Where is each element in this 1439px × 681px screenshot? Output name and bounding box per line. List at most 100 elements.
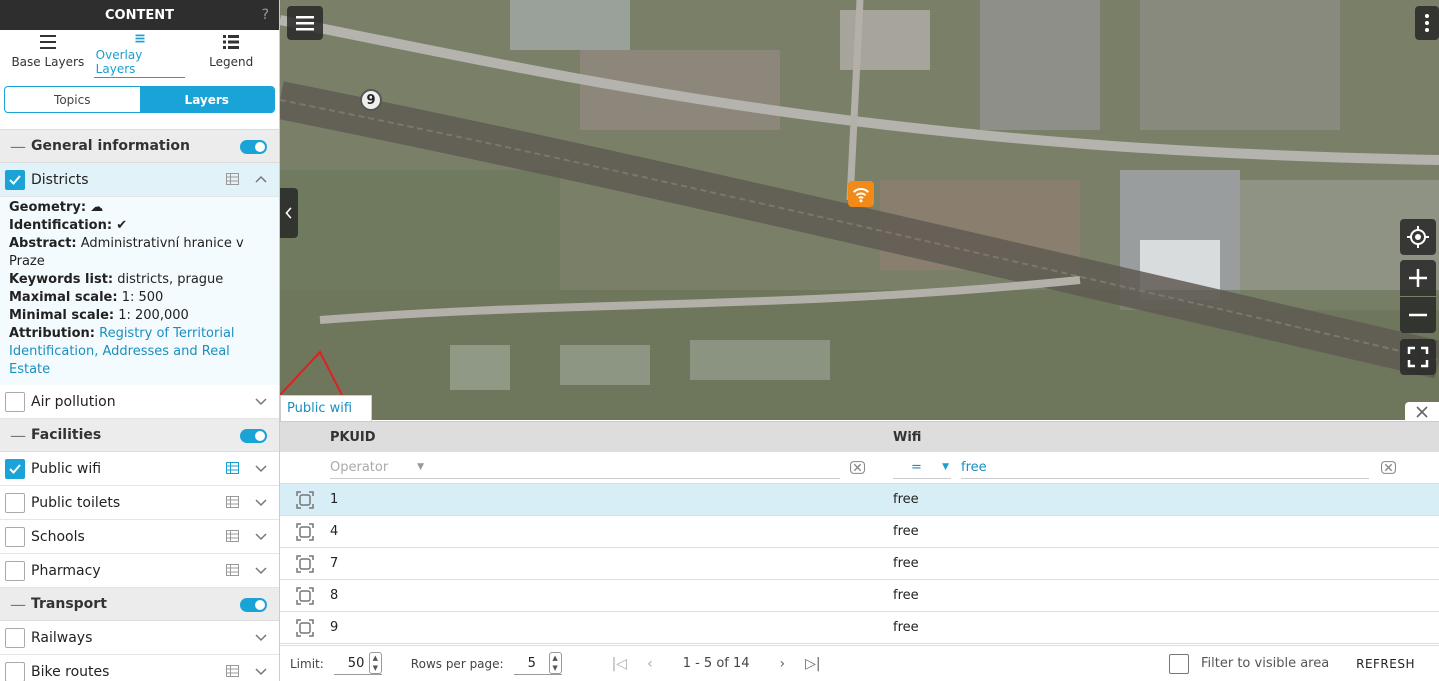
meta-attribution: Attribution: Registry of Territorial Ide… bbox=[9, 326, 235, 377]
segment-layers[interactable]: Layers bbox=[139, 87, 274, 112]
chevron-down-icon[interactable] bbox=[255, 632, 267, 642]
refresh-button[interactable]: REFRESH bbox=[1356, 657, 1415, 671]
zoom-to-feature-icon[interactable] bbox=[280, 618, 330, 637]
group-label: General information bbox=[31, 138, 190, 154]
help-icon[interactable]: ? bbox=[262, 7, 269, 23]
tab-overlay-layers[interactable]: Overlay Layers bbox=[93, 30, 186, 78]
cell-pkuid: 1 bbox=[330, 492, 339, 507]
chevron-down-icon[interactable] bbox=[255, 463, 267, 473]
group-toggle[interactable] bbox=[240, 598, 267, 612]
column-wifi[interactable]: Wifi bbox=[893, 430, 921, 445]
layer-checkbox[interactable] bbox=[5, 526, 25, 547]
segment-topics[interactable]: Topics bbox=[5, 87, 140, 112]
chevron-down-icon[interactable] bbox=[255, 497, 267, 507]
first-page-icon[interactable]: |◁ bbox=[612, 656, 627, 672]
cluster-marker[interactable]: 9 bbox=[360, 89, 382, 111]
zoom-in-button[interactable] bbox=[1400, 260, 1436, 296]
panel-tabs: Base Layers Overlay Layers Legend bbox=[0, 30, 279, 78]
prev-page-icon[interactable]: ‹ bbox=[647, 656, 653, 672]
table-row[interactable]: 9 free bbox=[280, 612, 1439, 644]
layer-districts[interactable]: Districts bbox=[0, 163, 279, 197]
clear-filter-icon[interactable] bbox=[1381, 461, 1396, 474]
layer-checkbox[interactable] bbox=[5, 560, 25, 581]
layer-checkbox[interactable] bbox=[5, 391, 25, 412]
tab-legend[interactable]: Legend bbox=[185, 30, 277, 78]
chevron-down-icon[interactable] bbox=[255, 531, 267, 541]
next-page-icon[interactable]: › bbox=[780, 656, 786, 672]
table-icon[interactable] bbox=[226, 665, 239, 677]
group-toggle[interactable] bbox=[240, 429, 267, 443]
wifi-marker[interactable] bbox=[848, 181, 874, 207]
group-general-information[interactable]: — General information bbox=[0, 130, 279, 163]
close-table-button[interactable] bbox=[1405, 402, 1439, 421]
column-pkuid[interactable]: PKUID bbox=[330, 430, 893, 445]
table-icon[interactable] bbox=[226, 564, 239, 576]
table-icon[interactable] bbox=[226, 496, 239, 508]
attribute-table-tab[interactable]: Public wifi bbox=[280, 395, 372, 421]
filter-visible-area[interactable]: Filter to visible area bbox=[1169, 653, 1329, 674]
zoom-to-feature-icon[interactable] bbox=[280, 522, 330, 541]
group-transport[interactable]: — Transport bbox=[0, 588, 279, 621]
cell-wifi: free bbox=[893, 524, 919, 539]
chevron-down-icon[interactable] bbox=[255, 666, 267, 676]
stepper-arrows-icon[interactable]: ▲ ▼ bbox=[548, 652, 562, 674]
collapse-panel-button[interactable] bbox=[280, 188, 298, 238]
rows-per-page-stepper[interactable]: 5 ▲ ▼ bbox=[513, 652, 562, 675]
pkuid-operator-select[interactable]: Operator ▼ bbox=[330, 457, 428, 479]
layer-checkbox[interactable] bbox=[5, 492, 25, 513]
tab-base-layers[interactable]: Base Layers bbox=[2, 30, 94, 78]
more-options-button[interactable] bbox=[1415, 6, 1439, 40]
last-page-icon[interactable]: ▷| bbox=[805, 656, 820, 672]
group-toggle[interactable] bbox=[240, 140, 267, 154]
zoom-out-button[interactable] bbox=[1400, 297, 1436, 333]
zoom-to-feature-icon[interactable] bbox=[280, 490, 330, 509]
layer-public-wifi[interactable]: Public wifi bbox=[0, 452, 279, 486]
layer-checkbox[interactable] bbox=[5, 661, 25, 681]
map-view[interactable]: 9 bbox=[280, 0, 1439, 420]
table-icon[interactable] bbox=[226, 462, 239, 474]
cell-pkuid: 4 bbox=[330, 524, 339, 539]
layer-checkbox[interactable] bbox=[5, 627, 25, 648]
layer-railways[interactable]: Railways bbox=[0, 621, 279, 655]
check-icon bbox=[9, 174, 21, 185]
layer-bike-routes[interactable]: Bike routes bbox=[0, 655, 279, 681]
chevron-down-icon[interactable] bbox=[255, 565, 267, 575]
zoom-to-feature-icon[interactable] bbox=[280, 586, 330, 605]
locate-button[interactable] bbox=[1400, 219, 1436, 255]
chevron-left-icon bbox=[285, 207, 292, 219]
table-row[interactable]: 7 free bbox=[280, 548, 1439, 580]
menu-button[interactable] bbox=[287, 6, 323, 40]
table-row[interactable]: 1 free bbox=[280, 484, 1439, 516]
clear-filter-icon[interactable] bbox=[850, 461, 865, 474]
chevron-down-icon[interactable] bbox=[255, 396, 267, 406]
layer-public-toilets[interactable]: Public toilets bbox=[0, 486, 279, 520]
wifi-filter-input[interactable]: free bbox=[961, 457, 1369, 479]
chevron-up-icon[interactable] bbox=[255, 174, 267, 184]
layer-checkbox[interactable] bbox=[5, 169, 25, 190]
wifi-operator-select[interactable]: = ▼ bbox=[893, 457, 951, 479]
table-row[interactable]: 4 free bbox=[280, 516, 1439, 548]
table-icon[interactable] bbox=[226, 173, 239, 185]
limit-stepper[interactable]: 50 ▲ ▼ bbox=[333, 652, 382, 675]
cell-pkuid: 7 bbox=[330, 556, 339, 571]
stepper-arrows-icon[interactable]: ▲ ▼ bbox=[368, 652, 382, 674]
plus-icon bbox=[1409, 269, 1427, 287]
collapse-icon[interactable]: — bbox=[10, 426, 26, 445]
group-facilities[interactable]: — Facilities bbox=[0, 419, 279, 452]
layer-pharmacy[interactable]: Pharmacy bbox=[0, 554, 279, 588]
layers-stack-icon bbox=[39, 35, 56, 49]
pkuid-filter-input[interactable] bbox=[428, 457, 840, 479]
layer-air-pollution[interactable]: Air pollution bbox=[0, 385, 279, 419]
meta-min-scale: Minimal scale: 1: 200,000 bbox=[9, 308, 189, 323]
fullscreen-button[interactable] bbox=[1400, 339, 1436, 375]
meta-identification: Identification: ✔ bbox=[9, 218, 128, 233]
table-icon[interactable] bbox=[226, 530, 239, 542]
table-row[interactable]: 8 free bbox=[280, 580, 1439, 612]
layer-checkbox[interactable] bbox=[5, 458, 25, 479]
layer-schools[interactable]: Schools bbox=[0, 520, 279, 554]
collapse-icon[interactable]: — bbox=[10, 595, 26, 614]
zoom-to-feature-icon[interactable] bbox=[280, 554, 330, 573]
tab-label: Overlay Layers bbox=[93, 48, 186, 78]
collapse-icon[interactable]: — bbox=[10, 137, 26, 156]
filter-visible-checkbox[interactable] bbox=[1169, 653, 1189, 674]
